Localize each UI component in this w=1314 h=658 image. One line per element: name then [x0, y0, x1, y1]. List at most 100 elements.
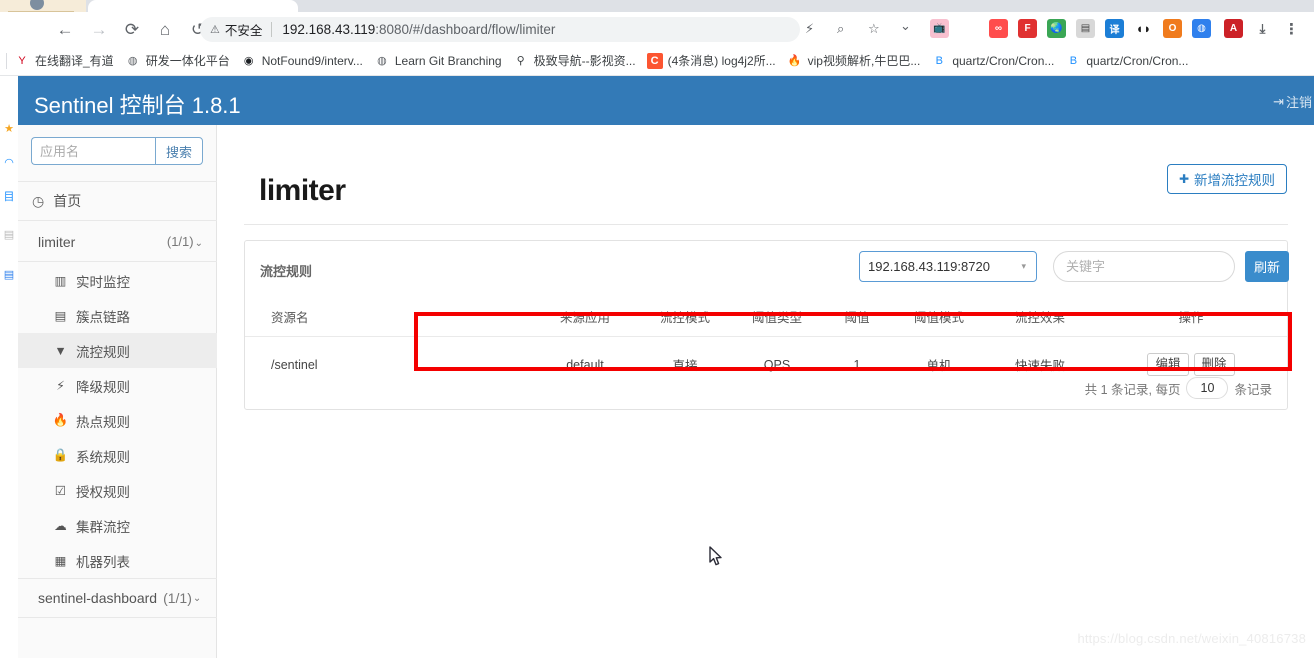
sidebar-item-machine-list[interactable]: ▦ 机器列表: [18, 543, 217, 578]
menu-icon[interactable]: ⋮: [1282, 19, 1301, 38]
back-button[interactable]: ←: [52, 16, 78, 42]
bookmark-notfound9[interactable]: ◉ NotFound9/interv...: [238, 49, 369, 73]
url-path: :8080/#/dashboard/flow/limiter: [375, 22, 556, 37]
bookmark-vip-video[interactable]: 🔥 vip视频解析,牛巴巴...: [784, 49, 927, 73]
bookmark-learn-git-label: Learn Git Branching: [394, 53, 502, 68]
fe-extension-icon[interactable]: F: [1018, 19, 1037, 38]
pagination: 共 1 条记录, 每页 10 条记录: [1085, 377, 1272, 399]
browser-tab-active[interactable]: [88, 0, 298, 12]
bookmark-quartz-cron-2[interactable]: Bquartz/Cron/Cron...: [1062, 49, 1194, 73]
edge-document-icon[interactable]: ▤: [1, 226, 17, 242]
flash-icon[interactable]: ⚡: [805, 21, 814, 37]
table-column-header: 操作: [1095, 301, 1287, 337]
add-flow-rule-button[interactable]: ✚ 新增流控规则: [1166, 164, 1287, 194]
bookmark-youdao[interactable]: Y 在线翻译_有道: [11, 49, 120, 73]
sidebar-item-degrade-rules-icon: ⚡: [56, 379, 65, 393]
browser-tab-inactive[interactable]: [306, 0, 516, 12]
address-bar[interactable]: ⚠ 不安全 192.168.43.119:8080/#/dashboard/fl…: [200, 17, 800, 42]
bookmark-vip-video-label: vip视频解析,牛巴巴...: [807, 54, 921, 68]
sidebar-item-authority-rules-label: 授权规则: [76, 484, 130, 500]
sidebar-item-system-rules[interactable]: 🔒 系统规则: [18, 438, 217, 473]
origin-app-cell: default: [566, 357, 604, 372]
sidebar-item-machine-list-label: 机器列表: [76, 554, 130, 570]
bookmark-rd-platform[interactable]: ◍ 研发一体化平台: [122, 49, 236, 73]
bookmark-youdao-favicon: Y: [14, 52, 30, 69]
pagination-prefix: 共 1 条记录, 每页: [1084, 382, 1181, 397]
bookmark-learn-git[interactable]: ◍ Learn Git Branching: [371, 49, 508, 73]
threshold-cell: 1: [853, 357, 861, 372]
sidebar-app-group2-count: (1/1): [163, 590, 192, 606]
logout-icon: ⇥: [1273, 93, 1284, 109]
bookmark-csdn-log4j2[interactable]: C (4条消息) log4j2所...: [644, 49, 782, 73]
bookmark-jizhi-nav[interactable]: ⚲ 极致导航--影视资...: [510, 49, 642, 73]
sidebar-app-group-limiter[interactable]: limiter (1/1)⌄: [18, 222, 217, 262]
sidebar-item-cluster-link-icon: ▤: [54, 309, 67, 323]
pdf-extension-icon[interactable]: A: [1224, 19, 1243, 38]
bookmark-jizhi-nav-label: 极致导航--影视资...: [533, 54, 636, 68]
sidebar-app-group-sentinel-dashboard[interactable]: sentinel-dashboard (1/1) ⌄: [18, 578, 217, 618]
sidebar-item-cluster-link-label: 簇点链路: [76, 309, 130, 325]
bookmark-quartz-cron-1[interactable]: Bquartz/Cron/Cron...: [928, 49, 1060, 73]
machine-select[interactable]: 192.168.43.119:8720 ▾: [859, 251, 1037, 282]
bookmark-jizhi-nav-favicon: ⚲: [512, 52, 529, 69]
infinity-extension-icon[interactable]: ∞: [989, 19, 1008, 38]
opera-extension-icon[interactable]: O: [1163, 19, 1182, 38]
sidebar-item-degrade-rules[interactable]: ⚡ 降级规则: [18, 368, 217, 403]
bookmark-csdn-log4j2-label: (4条消息) log4j2所...: [667, 54, 776, 68]
bookmark-youdao-label: 在线翻译_有道: [35, 54, 114, 68]
sidebar-item-authority-rules[interactable]: ☑ 授权规则: [18, 473, 217, 508]
sidebar-item-realtime-monitor-label: 实时监控: [76, 274, 130, 290]
mouse-cursor: [709, 546, 722, 566]
edge-circle-icon[interactable]: ◠: [1, 154, 17, 170]
sidebar-item-home[interactable]: ◷ 首页: [18, 181, 217, 221]
flow-mode-cell: 直接: [672, 359, 698, 373]
sidebar-item-realtime-monitor[interactable]: ▥ 实时监控: [18, 263, 217, 298]
browser-chrome: 好运福星 ← → ⟳ ⌂ ↺ ⚠ 不安全 192.168.43.119:8080…: [0, 0, 1314, 76]
page-size-input[interactable]: 10: [1186, 377, 1229, 399]
watermark: https://blog.csdn.net/weixin_40816738: [1077, 631, 1306, 646]
logout-label: 注销: [1285, 95, 1312, 110]
tab-strip: [0, 0, 1314, 12]
forward-button[interactable]: →: [86, 16, 112, 42]
sidebar-item-hotspot-rules[interactable]: 🔥 热点规则: [18, 403, 217, 438]
sidebar-item-realtime-monitor-icon: ▥: [54, 274, 67, 288]
download-icon[interactable]: ⤓: [1253, 19, 1272, 38]
table-column-header: 阈值: [821, 301, 893, 337]
keyword-search-input[interactable]: [1053, 251, 1235, 282]
reload-button[interactable]: ⟳: [119, 16, 145, 42]
home-button[interactable]: ⌂: [152, 16, 178, 42]
chevron-down-icon[interactable]: ⌄: [900, 18, 911, 34]
edit-button[interactable]: 编辑: [1147, 353, 1189, 376]
snail-extension-icon[interactable]: ◍: [1192, 19, 1211, 38]
translate-extension-icon[interactable]: 译: [1105, 19, 1124, 38]
search-icon[interactable]: ⌕: [837, 21, 844, 37]
refresh-button[interactable]: 刷新: [1245, 251, 1289, 282]
sidebar-item-cluster-link[interactable]: ▤ 簇点链路: [18, 298, 217, 333]
edge-ebook-icon[interactable]: 目: [1, 188, 17, 204]
bookmark-star-icon[interactable]: ☆: [868, 21, 880, 37]
edge-bookmark-star-icon[interactable]: ★: [1, 120, 17, 136]
table-header-row: 资源名 来源应用 流控模式 阈值类型 阈值 阈值模式 流控效果 操作: [245, 301, 1287, 337]
globe-extension-icon[interactable]: 🌏: [1047, 19, 1066, 38]
sidebar-item-flow-rules[interactable]: ▼ 流控规则: [18, 333, 217, 368]
not-secure-warning-icon: ⚠: [210, 24, 220, 36]
sidebar-item-cluster-flow[interactable]: ☁ 集群流控: [18, 508, 217, 543]
app-title: Sentinel 控制台 1.8.1: [34, 93, 241, 118]
delete-button[interactable]: 删除: [1193, 353, 1235, 376]
bookmark-quartz-cron-2-label: quartz/Cron/Cron...: [1086, 53, 1189, 68]
bookmark-rd-platform-label: 研发一体化平台: [145, 54, 230, 68]
flow-effect-cell: 快速失败: [1014, 359, 1065, 373]
sentinel-dashboard-app: Sentinel 控制台 1.8.1 ⇥ 注销 搜索 ◷ 首页 limiter …: [18, 76, 1314, 658]
pagination-suffix: 条记录: [1234, 382, 1272, 397]
app-search-button[interactable]: 搜索: [155, 137, 203, 165]
braces-extension-icon[interactable]: {}: [960, 19, 979, 38]
clipboard-extension-icon[interactable]: ▤: [1076, 19, 1095, 38]
logout-button[interactable]: ⇥ 注销: [1273, 92, 1312, 111]
tv-extension-icon[interactable]: 📺: [930, 19, 949, 38]
glasses-extension-icon[interactable]: ◖◗: [1134, 19, 1153, 38]
table-column-header: 流控模式: [637, 301, 733, 337]
app-search-input[interactable]: [31, 137, 155, 165]
edge-blue-note-icon[interactable]: ▤: [1, 266, 17, 282]
bookmarks-bar: Y 在线翻译_有道 ◍ 研发一体化平台 ◉ NotFound9/interv... ◍ Lea…: [0, 46, 1314, 76]
browser-toolbar: ← → ⟳ ⌂ ↺ ⚠ 不安全 192.168.43.119:8080/#/da…: [0, 12, 1314, 46]
